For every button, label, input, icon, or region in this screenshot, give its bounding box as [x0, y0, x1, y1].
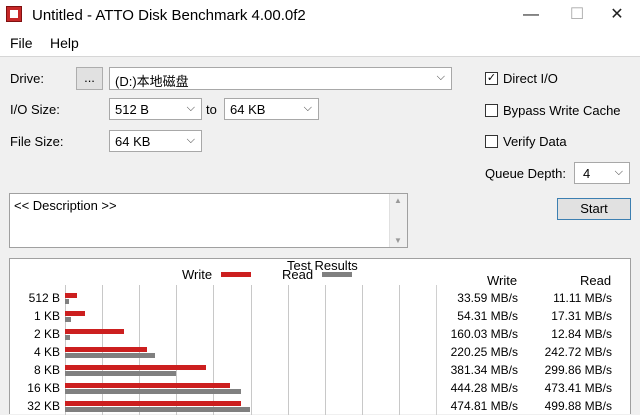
- row-label: 512 B: [28, 291, 60, 305]
- write-speed-value: 160.03 MB/s: [450, 327, 518, 341]
- file-size-select[interactable]: 64 KB ⌵: [109, 130, 202, 152]
- description-box[interactable]: << Description >> ▲ ▼: [9, 193, 408, 248]
- file-size-label: File Size:: [10, 134, 64, 149]
- menu-file[interactable]: File: [10, 35, 33, 51]
- read-speed-value: 473.41 MB/s: [544, 381, 612, 395]
- chevron-down-icon: ⌵: [614, 166, 623, 178]
- row-label: 4 KB: [33, 345, 60, 359]
- read-speed-value: 242.72 MB/s: [544, 345, 612, 359]
- results-rows: 512 B 33.59 MB/s 11.11 MB/s 1 KB 54.31 MB/s 1…: [10, 259, 630, 415]
- row-label: 16 KB: [27, 381, 60, 395]
- write-speed-value: 33.59 MB/s: [457, 291, 518, 305]
- chevron-down-icon: ⌵: [436, 71, 445, 83]
- menu-help[interactable]: Help: [50, 35, 79, 51]
- close-button[interactable]: ✕: [594, 0, 640, 32]
- queue-depth-label: Queue Depth:: [485, 166, 566, 181]
- verify-data-checkbox[interactable]: [485, 135, 498, 148]
- drive-label: Drive:: [10, 71, 44, 86]
- chevron-down-icon: ⌵: [303, 102, 312, 114]
- io-size-from-value: 512 B: [115, 102, 149, 117]
- io-size-to-select[interactable]: 64 KB ⌵: [224, 98, 319, 120]
- title-bar[interactable]: Untitled - ATTO Disk Benchmark 4.00.0f2 …: [0, 0, 640, 32]
- verify-data-label: Verify Data: [503, 134, 567, 149]
- scroll-up-icon[interactable]: ▲: [394, 196, 402, 205]
- row-label: 2 KB: [33, 327, 60, 341]
- read-speed-value: 299.86 MB/s: [544, 363, 612, 377]
- to-label: to: [206, 102, 217, 117]
- queue-depth-value: 4: [583, 166, 591, 181]
- write-speed-value: 54.31 MB/s: [457, 309, 518, 323]
- drive-select[interactable]: (D:)本地磁盘 ⌵: [109, 67, 452, 90]
- write-speed-value: 474.81 MB/s: [450, 399, 518, 413]
- read-speed-value: 499.88 MB/s: [544, 399, 612, 413]
- description-text: << Description >>: [14, 198, 117, 213]
- row-label: 8 KB: [33, 363, 60, 377]
- row-label: 1 KB: [33, 309, 60, 323]
- chevron-down-icon: ⌵: [186, 102, 195, 114]
- description-scrollbar[interactable]: ▲ ▼: [389, 194, 407, 247]
- queue-depth-select[interactable]: 4 ⌵: [574, 162, 630, 184]
- io-size-from-select[interactable]: 512 B ⌵: [109, 98, 202, 120]
- file-size-value: 64 KB: [115, 134, 151, 149]
- read-speed-value: 17.31 MB/s: [551, 309, 612, 323]
- chevron-down-icon: ⌵: [186, 134, 195, 146]
- browse-button[interactable]: ...: [76, 67, 103, 90]
- bypass-write-cache-label: Bypass Write Cache: [503, 103, 621, 118]
- drive-value: (D:)本地磁盘: [115, 74, 189, 89]
- io-size-label: I/O Size:: [10, 102, 60, 117]
- bypass-write-cache-checkbox[interactable]: [485, 104, 498, 117]
- direct-io-label: Direct I/O: [503, 71, 558, 86]
- scroll-down-icon[interactable]: ▼: [394, 236, 402, 245]
- results-panel: Test Results Write Read Write Read 512 B…: [9, 258, 631, 415]
- app-icon: [6, 6, 22, 22]
- menu-bar: File Help: [0, 32, 640, 57]
- start-button[interactable]: Start: [557, 198, 631, 220]
- minimize-button[interactable]: —: [508, 0, 554, 32]
- direct-io-checkbox[interactable]: ✓: [485, 72, 498, 85]
- write-speed-value: 444.28 MB/s: [450, 381, 518, 395]
- row-label: 32 KB: [27, 399, 60, 413]
- write-speed-value: 220.25 MB/s: [450, 345, 518, 359]
- read-speed-value: 11.11 MB/s: [553, 291, 612, 305]
- io-size-to-value: 64 KB: [230, 102, 266, 117]
- window-title: Untitled - ATTO Disk Benchmark 4.00.0f2: [32, 7, 306, 24]
- write-speed-value: 381.34 MB/s: [450, 363, 518, 377]
- read-speed-value: 12.84 MB/s: [551, 327, 612, 341]
